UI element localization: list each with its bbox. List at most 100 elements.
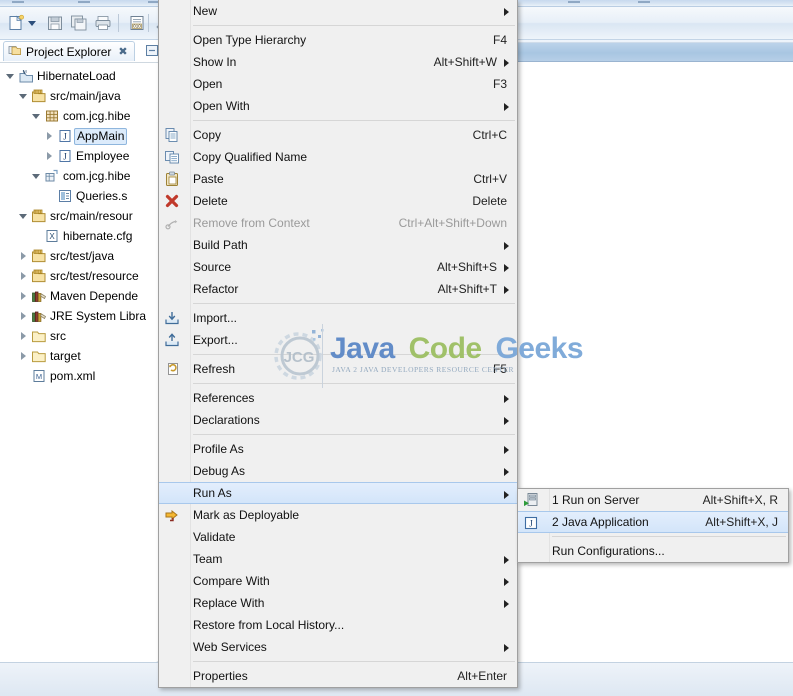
menu-item-label: Open With bbox=[193, 99, 250, 113]
menu-item-source[interactable]: Source Alt+Shift+S bbox=[159, 256, 517, 278]
tree-item[interactable]: src bbox=[0, 326, 160, 346]
menu-item-debug-as[interactable]: Debug As bbox=[159, 460, 517, 482]
panel-divider bbox=[0, 62, 160, 63]
java-application-icon: J bbox=[522, 514, 540, 532]
run-as-submenu[interactable]: 1 Run on Server Alt+Shift+X, R J 2 Java App… bbox=[517, 488, 789, 563]
menu-item-label: Mark as Deployable bbox=[193, 508, 300, 522]
tree-item[interactable]: Queries.s bbox=[0, 186, 160, 206]
tree-item[interactable]: src/test/resource bbox=[0, 266, 160, 286]
chevron-down-icon[interactable] bbox=[32, 111, 42, 121]
chevron-right-icon[interactable] bbox=[19, 351, 29, 361]
tree-item[interactable]: target bbox=[0, 346, 160, 366]
new-wizard-button[interactable] bbox=[6, 12, 28, 34]
menu-separator bbox=[159, 431, 517, 438]
menu-item-build-path[interactable]: Build Path bbox=[159, 234, 517, 256]
menu-item-replace-with[interactable]: Replace With bbox=[159, 592, 517, 614]
menu-item-export[interactable]: Export... bbox=[159, 329, 517, 351]
source-folder-icon bbox=[31, 88, 47, 104]
menu-item-refactor[interactable]: Refactor Alt+Shift+T bbox=[159, 278, 517, 300]
menu-item-validate[interactable]: Validate bbox=[159, 526, 517, 548]
java-class-icon: J bbox=[57, 128, 73, 144]
chevron-right-icon[interactable] bbox=[19, 311, 29, 321]
tree-item[interactable]: J AppMain bbox=[0, 126, 160, 146]
tree-item[interactable]: Xhibernate.cfg bbox=[0, 226, 160, 246]
menu-item-restore-from-local-history[interactable]: Restore from Local History... bbox=[159, 614, 517, 636]
context-menu[interactable]: New Open Type Hierarchy F4 Show In Alt+Shift… bbox=[158, 0, 518, 688]
library-icon bbox=[31, 288, 47, 304]
menu-item-shortcut: Alt+Shift+X, J bbox=[705, 515, 778, 529]
tree-item[interactable]: src/main/java bbox=[0, 86, 160, 106]
print-button[interactable] bbox=[92, 12, 114, 34]
chevron-right-icon[interactable] bbox=[19, 271, 29, 281]
tree-item-label: Employee bbox=[76, 149, 130, 163]
menu-item-properties[interactable]: Properties Alt+Enter bbox=[159, 665, 517, 687]
tree-expander-placeholder bbox=[19, 371, 29, 381]
menu-item-label: Open Type Hierarchy bbox=[193, 33, 307, 47]
close-icon[interactable]: ✖ bbox=[118, 45, 127, 58]
menu-item-label: References bbox=[193, 391, 255, 405]
save-button[interactable] bbox=[44, 12, 66, 34]
tree-item[interactable]: M HibernateLoad bbox=[0, 66, 160, 86]
menu-item-references[interactable]: References bbox=[159, 387, 517, 409]
chevron-right-icon[interactable] bbox=[45, 131, 55, 141]
menu-item-label: Build Path bbox=[193, 238, 248, 252]
menu-item-delete[interactable]: Delete Delete bbox=[159, 190, 517, 212]
menu-item-label: Refactor bbox=[193, 282, 239, 296]
menu-item-import[interactable]: Import... bbox=[159, 307, 517, 329]
tree-item[interactable]: src/main/resour bbox=[0, 206, 160, 226]
menu-item-copy[interactable]: Copy Ctrl+C bbox=[159, 124, 517, 146]
menu-item-shortcut: Ctrl+C bbox=[472, 128, 507, 142]
tree-item[interactable]: com.jcg.hibe bbox=[0, 106, 160, 126]
svg-text:X: X bbox=[49, 232, 55, 241]
menu-item-open-type-hierarchy[interactable]: Open Type Hierarchy F4 bbox=[159, 29, 517, 51]
menu-item-open[interactable]: Open F3 bbox=[159, 73, 517, 95]
tree-item[interactable]: Mpom.xml bbox=[0, 366, 160, 386]
menu-item-label: Copy Qualified Name bbox=[193, 150, 308, 164]
menu-item-profile-as[interactable]: Profile As bbox=[159, 438, 517, 460]
tree-item-label: hibernate.cfg bbox=[63, 229, 133, 243]
menu-item-1-run-on-server[interactable]: 1 Run on Server Alt+Shift+X, R bbox=[518, 489, 788, 511]
menu-item-label: Declarations bbox=[193, 413, 260, 427]
menu-item-remove-from-context[interactable]: Remove from Context Ctrl+Alt+Shift+Down bbox=[159, 212, 517, 234]
chevron-right-icon[interactable] bbox=[19, 291, 29, 301]
menu-item-run-configurations[interactable]: Run Configurations... bbox=[518, 540, 788, 562]
new-dropdown-button[interactable] bbox=[28, 21, 36, 26]
menu-item-refresh[interactable]: Refresh F5 bbox=[159, 358, 517, 380]
chevron-right-icon bbox=[504, 446, 509, 454]
chevron-right-icon[interactable] bbox=[19, 251, 29, 261]
project-explorer-tab[interactable]: Project Explorer ✖ bbox=[3, 41, 135, 61]
chevron-down-icon[interactable] bbox=[32, 171, 42, 181]
menu-item-mark-as-deployable[interactable]: Mark as Deployable bbox=[159, 504, 517, 526]
chevron-right-icon[interactable] bbox=[19, 331, 29, 341]
tree-item[interactable]: src/test/java bbox=[0, 246, 160, 266]
chevron-down-icon[interactable] bbox=[19, 211, 29, 221]
tree-item-label: src/test/resource bbox=[50, 269, 139, 283]
tree-item[interactable]: J Employee bbox=[0, 146, 160, 166]
chevron-right-icon bbox=[504, 417, 509, 425]
menu-item-paste[interactable]: Paste Ctrl+V bbox=[159, 168, 517, 190]
tree-item[interactable]: JRE System Libra bbox=[0, 306, 160, 326]
tree-item[interactable]: Maven Depende bbox=[0, 286, 160, 306]
project-tree[interactable]: M HibernateLoad src/main/java com.jcg.hibe J… bbox=[0, 66, 160, 386]
menu-item-web-services[interactable]: Web Services bbox=[159, 636, 517, 658]
save-all-button[interactable] bbox=[68, 12, 90, 34]
tree-item[interactable]: com.jcg.hibe bbox=[0, 166, 160, 186]
menu-item-open-with[interactable]: Open With bbox=[159, 95, 517, 117]
menu-item-label: Import... bbox=[193, 311, 238, 325]
menu-item-team[interactable]: Team bbox=[159, 548, 517, 570]
menu-item-2-java-application[interactable]: J 2 Java Application Alt+Shift+X, J bbox=[518, 511, 788, 533]
chevron-down-icon[interactable] bbox=[6, 71, 16, 81]
chevron-right-icon bbox=[504, 103, 509, 111]
menu-item-shortcut: Alt+Enter bbox=[457, 669, 507, 683]
menu-item-declarations[interactable]: Declarations bbox=[159, 409, 517, 431]
menu-item-copy-qualified-name[interactable]: Copy Qualified Name bbox=[159, 146, 517, 168]
menu-item-label: Run As bbox=[193, 486, 232, 500]
chevron-down-icon[interactable] bbox=[19, 91, 29, 101]
folder-icon bbox=[31, 328, 47, 344]
menu-item-compare-with[interactable]: Compare With bbox=[159, 570, 517, 592]
menu-item-run-as[interactable]: Run As bbox=[159, 482, 517, 504]
binary-010-button[interactable]: 010 bbox=[126, 12, 148, 34]
chevron-right-icon[interactable] bbox=[45, 151, 55, 161]
menu-item-new[interactable]: New bbox=[159, 0, 517, 22]
menu-item-show-in[interactable]: Show In Alt+Shift+W bbox=[159, 51, 517, 73]
